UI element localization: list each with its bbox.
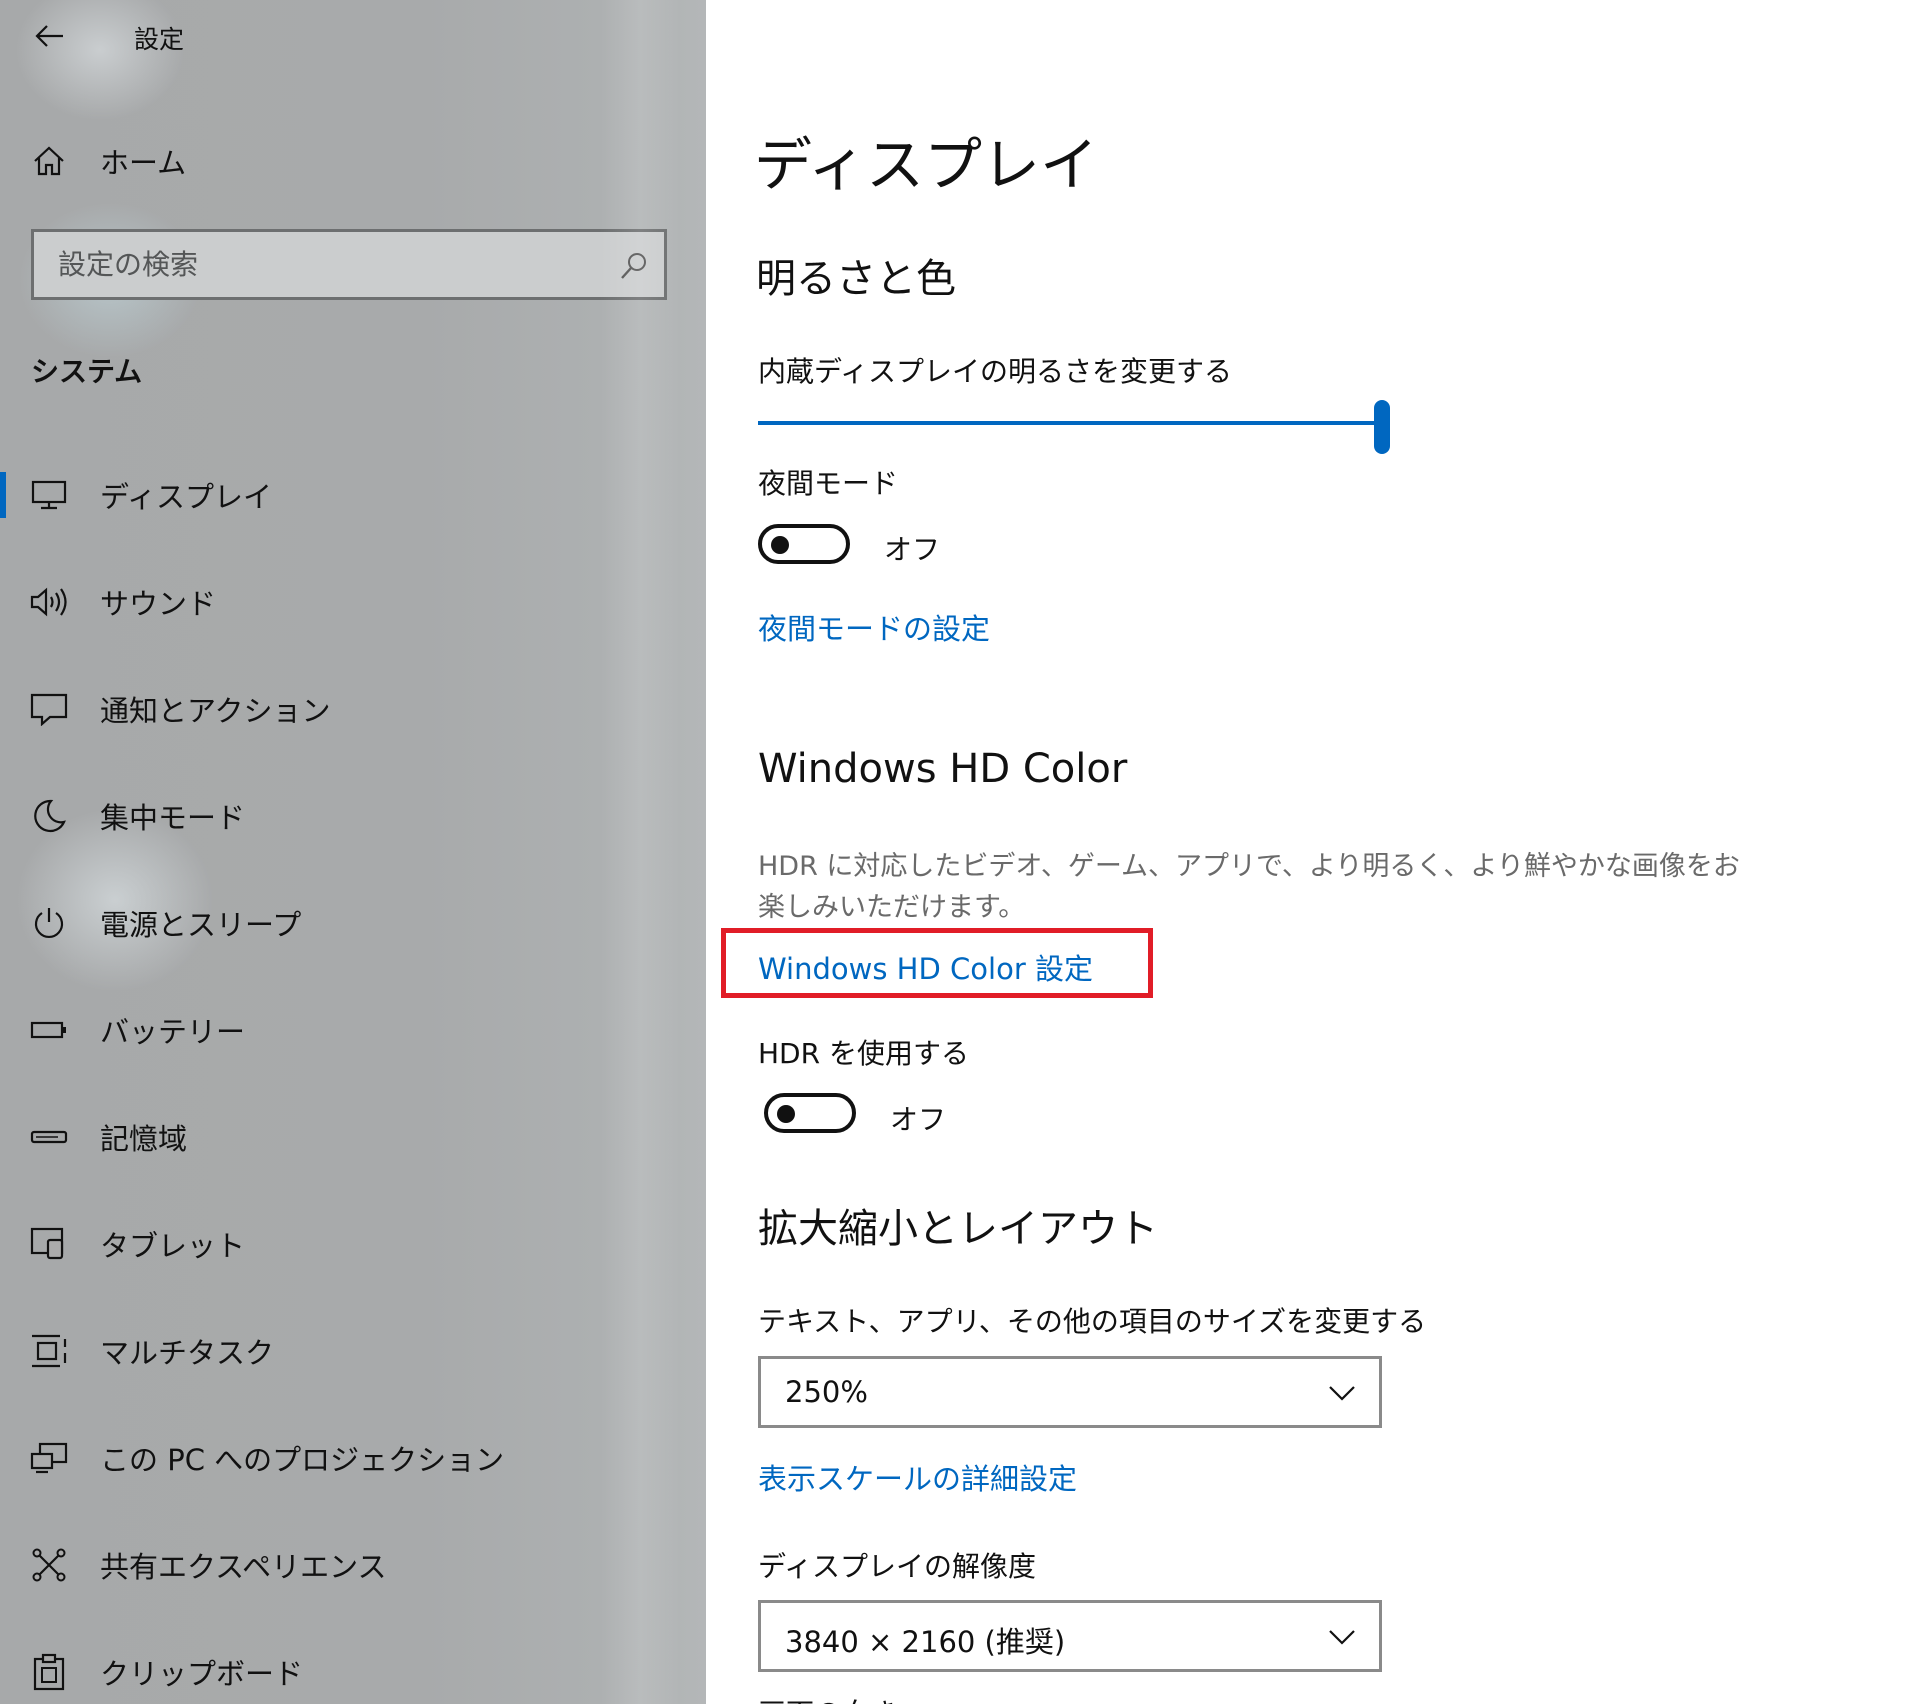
sidebar-item-notifications[interactable]: 通知とアクション — [0, 664, 706, 754]
nav-home-label: ホーム — [100, 146, 187, 180]
app-title: 設定 — [134, 25, 185, 54]
sidebar-item-tablet[interactable]: タブレット — [0, 1199, 706, 1289]
slider-track — [758, 421, 1382, 425]
back-arrow-icon — [35, 25, 63, 47]
sidebar-item-label: マルチタスク — [100, 1336, 275, 1370]
sidebar-item-projection[interactable]: この PC へのプロジェクション — [0, 1413, 706, 1503]
home-icon — [28, 140, 70, 182]
brightness-heading: 明るさと色 — [756, 256, 956, 302]
sidebar-item-multitasking[interactable]: マルチタスク — [0, 1306, 706, 1396]
sidebar-item-label: バッテリー — [100, 1015, 246, 1049]
toggle-knob — [777, 1105, 795, 1123]
projection-icon — [28, 1437, 70, 1479]
page-title: ディスプレイ — [754, 131, 1098, 199]
sidebar-item-label: 集中モード — [100, 801, 246, 835]
sidebar: 設定 ホーム システム ディスプレイ サウンド 通知とアクション — [0, 0, 706, 1704]
chevron-down-icon — [1329, 1630, 1355, 1645]
advanced-scaling-link[interactable]: 表示スケールの詳細設定 — [758, 1456, 1077, 1498]
brightness-slider[interactable] — [758, 400, 1390, 460]
monitor-icon — [28, 474, 70, 516]
sidebar-item-label: ディスプレイ — [100, 480, 272, 514]
notification-icon — [28, 688, 70, 730]
chevron-down-icon — [1329, 1386, 1355, 1401]
orientation-label: 画面の向き — [758, 1692, 898, 1704]
sidebar-item-sound[interactable]: サウンド — [0, 557, 706, 647]
storage-icon — [28, 1116, 70, 1158]
nav-home[interactable]: ホーム — [0, 116, 706, 206]
clipboard-icon — [28, 1651, 70, 1693]
main-content: ディスプレイ 明るさと色 内蔵ディスプレイの明るさを変更する 夜間モード オフ … — [706, 0, 1920, 1704]
brightness-slider-label: 内蔵ディスプレイの明るさを変更する — [758, 355, 1233, 388]
use-hdr-toggle[interactable] — [764, 1093, 856, 1133]
hdr-description: HDR に対応したビデオ、ゲーム、アプリで、より明るく、より鮮やかな画像をお楽し… — [758, 851, 1740, 923]
hdr-heading: Windows HD Color — [758, 746, 1128, 792]
use-hdr-label: HDR を使用する — [758, 1037, 969, 1070]
sidebar-item-clipboard[interactable]: クリップボード — [0, 1627, 706, 1704]
search-input[interactable] — [34, 232, 618, 297]
sidebar-item-display[interactable]: ディスプレイ — [0, 450, 706, 540]
slider-thumb[interactable] — [1374, 400, 1390, 454]
scale-layout-heading: 拡大縮小とレイアウト — [758, 1206, 1158, 1252]
night-light-label: 夜間モード — [758, 467, 899, 500]
speaker-icon — [28, 581, 70, 623]
sidebar-item-label: 記憶域 — [100, 1122, 188, 1156]
night-light-state: オフ — [884, 533, 941, 566]
sidebar-item-label: タブレット — [100, 1229, 246, 1263]
use-hdr-state: オフ — [890, 1103, 947, 1136]
shared-experience-icon — [28, 1544, 70, 1586]
night-light-toggle[interactable] — [758, 524, 850, 564]
sidebar-item-focus-assist[interactable]: 集中モード — [0, 771, 706, 861]
night-light-settings-link[interactable]: 夜間モードの設定 — [758, 606, 990, 648]
scale-dropdown-value: 250% — [785, 1375, 868, 1409]
moon-icon — [28, 795, 70, 837]
hdr-settings-link[interactable]: Windows HD Color 設定 — [758, 946, 1093, 988]
toggle-knob — [771, 536, 789, 554]
resolution-dropdown-value: 3840 × 2160 (推奨) — [785, 1625, 1066, 1659]
scale-label: テキスト、アプリ、その他の項目のサイズを変更する — [758, 1305, 1427, 1338]
power-icon — [28, 902, 70, 944]
sidebar-item-shared-experiences[interactable]: 共有エクスペリエンス — [0, 1520, 706, 1610]
search-icon[interactable] — [618, 250, 650, 282]
tablet-icon — [28, 1223, 70, 1265]
resolution-label: ディスプレイの解像度 — [758, 1550, 1037, 1583]
sidebar-item-label: 共有エクスペリエンス — [100, 1550, 387, 1584]
sidebar-item-storage[interactable]: 記憶域 — [0, 1092, 706, 1182]
battery-icon — [28, 1009, 70, 1051]
resolution-dropdown[interactable]: 3840 × 2160 (推奨) — [758, 1600, 1382, 1672]
sidebar-item-label: この PC へのプロジェクション — [100, 1443, 505, 1477]
multitask-icon — [28, 1330, 70, 1372]
section-title: システム — [31, 355, 143, 388]
scale-dropdown[interactable]: 250% — [758, 1356, 1382, 1428]
sidebar-item-label: 通知とアクション — [100, 694, 331, 728]
sidebar-item-battery[interactable]: バッテリー — [0, 985, 706, 1075]
sidebar-item-label: クリップボード — [100, 1657, 304, 1691]
sidebar-item-power[interactable]: 電源とスリープ — [0, 878, 706, 968]
sidebar-item-label: 電源とスリープ — [100, 908, 302, 942]
back-button[interactable] — [28, 16, 72, 56]
sidebar-item-label: サウンド — [100, 587, 217, 621]
search-box — [31, 229, 667, 300]
